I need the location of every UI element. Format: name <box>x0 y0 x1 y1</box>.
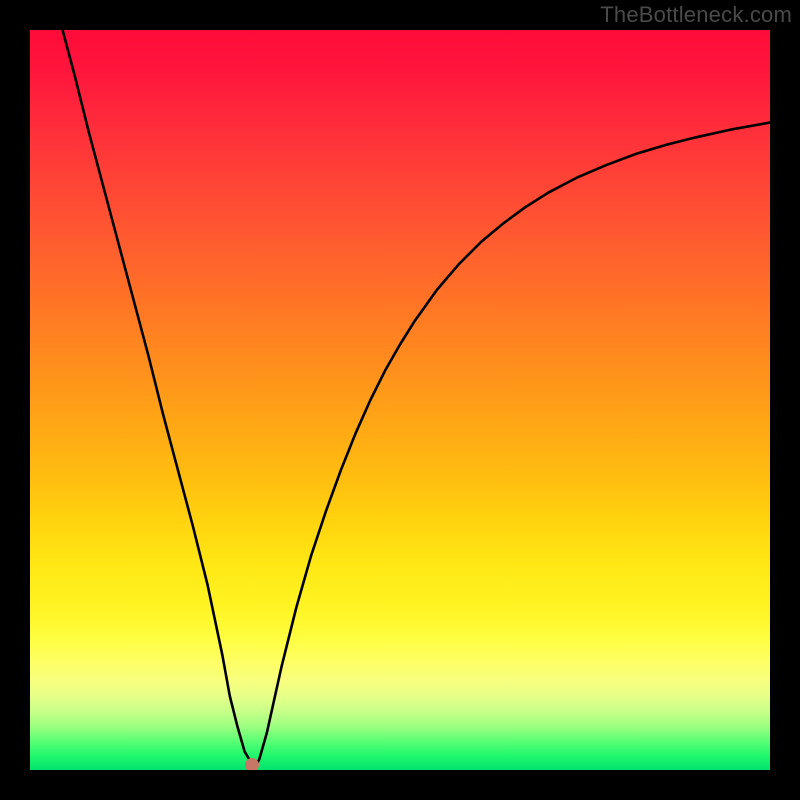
bottleneck-curve <box>63 30 770 766</box>
optimal-point-marker <box>245 758 259 770</box>
chart-curve-svg <box>30 30 770 770</box>
watermark-text: TheBottleneck.com <box>600 2 792 28</box>
chart-plot-area <box>30 30 770 770</box>
